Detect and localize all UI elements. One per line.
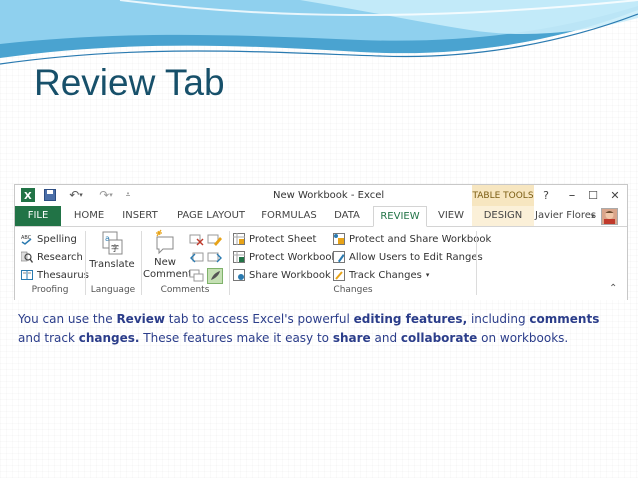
help-icon[interactable]: ? — [539, 188, 553, 202]
allow-users-icon — [333, 251, 345, 263]
chevron-down-icon: ▾ — [425, 271, 430, 279]
allow-users-edit-ranges-button[interactable]: Allow Users to Edit Ranges — [333, 251, 483, 263]
description-segment: on workbooks. — [477, 331, 569, 345]
protect-and-share-icon — [333, 233, 345, 245]
thesaurus-icon — [21, 269, 33, 281]
close-icon[interactable]: ✕ — [608, 188, 622, 202]
comments-group-label: Comments — [160, 285, 210, 295]
changes-group-label: Changes — [333, 285, 373, 295]
tab-view[interactable]: VIEW — [433, 206, 469, 226]
research-icon — [20, 251, 34, 263]
minimize-icon[interactable]: – — [565, 188, 579, 203]
tab-formulas[interactable]: FORMULAS — [259, 206, 319, 226]
share-workbook-button[interactable]: Share Workbook — [233, 269, 331, 281]
track-changes-icon — [333, 269, 345, 281]
excel-logo-icon: X — [21, 188, 35, 202]
tab-insert[interactable]: INSERT — [119, 206, 161, 226]
share-workbook-icon — [233, 269, 245, 281]
description-segment: collaborate — [400, 331, 478, 345]
window-title: New Workbook - Excel — [273, 190, 385, 201]
description-segment: These features make it easy to — [139, 331, 333, 345]
maximize-icon[interactable]: ☐ — [586, 188, 600, 202]
track-changes-button[interactable]: Track Changes ▾ — [333, 269, 429, 281]
svg-text:X: X — [24, 191, 32, 202]
user-name[interactable]: Javier Flores — [535, 206, 596, 226]
protect-sheet-button[interactable]: Protect Sheet — [233, 233, 316, 245]
excel-window: X ↶ ▾ ↷ ▾ ⩡ New Workbook - Excel TABLE TOO… — [14, 184, 628, 300]
description-segment: changes. — [78, 331, 140, 345]
group-divider — [85, 231, 86, 295]
new-comment-button[interactable]: New Comment — [143, 229, 192, 281]
title-bar: X ↶ ▾ ↷ ▾ ⩡ New Workbook - Excel TABLE TOO… — [15, 185, 627, 206]
group-divider — [229, 231, 230, 295]
description-segment: You can use the — [18, 312, 117, 326]
research-button[interactable]: Research — [20, 251, 83, 263]
translate-button[interactable]: a字 Translate — [89, 231, 135, 271]
new-comment-icon — [154, 229, 176, 255]
description-segment: Review — [116, 312, 165, 326]
table-tools-label: TABLE TOOLS — [472, 185, 534, 206]
spelling-icon: ABC — [21, 233, 33, 245]
ribbon-review-panel: ABC Spelling Research Thesaurus Proofing… — [15, 227, 627, 300]
protect-workbook-button[interactable]: Protect Workbook — [233, 251, 337, 263]
proofing-group-label: Proofing — [31, 285, 69, 295]
description-segment: and — [370, 331, 401, 345]
language-group-label: Language — [90, 285, 136, 295]
delete-comment-icon[interactable] — [189, 233, 205, 249]
protect-workbook-icon — [233, 251, 245, 263]
description-segment: tab to access Excel's powerful — [164, 312, 354, 326]
edit-comment-icon[interactable] — [207, 233, 223, 249]
show-all-comments-icon[interactable] — [189, 269, 205, 285]
save-icon[interactable] — [43, 188, 57, 202]
next-comment-icon[interactable] — [207, 251, 223, 267]
description-segment: share — [332, 331, 371, 345]
spelling-button[interactable]: ABC Spelling — [21, 233, 77, 245]
previous-comment-icon[interactable] — [189, 251, 205, 267]
protect-and-share-button[interactable]: Protect and Share Workbook — [333, 233, 491, 245]
description-segment: comments — [529, 312, 600, 326]
show-ink-icon[interactable] — [207, 268, 223, 284]
description-segment: including — [467, 312, 530, 326]
undo-icon[interactable]: ↶ ▾ — [65, 188, 87, 202]
ribbon-tabs: FILE HOME INSERT PAGE LAYOUT FORMULAS DA… — [15, 206, 627, 227]
tab-home[interactable]: HOME — [69, 206, 109, 226]
protect-sheet-icon — [233, 233, 245, 245]
description-segment: and track — [18, 331, 79, 345]
tab-review[interactable]: REVIEW — [373, 206, 427, 227]
tab-page-layout[interactable]: PAGE LAYOUT — [173, 206, 249, 226]
thesaurus-button[interactable]: Thesaurus — [21, 269, 89, 281]
group-divider — [141, 231, 142, 295]
collapse-ribbon-icon[interactable]: ⌃ — [609, 283, 617, 294]
customize-toolbar-icon[interactable]: ⩡ — [123, 188, 133, 202]
svg-text:字: 字 — [111, 243, 119, 253]
redo-icon[interactable]: ↷ ▾ — [95, 188, 117, 202]
tab-design[interactable]: DESIGN — [472, 206, 534, 226]
tab-data[interactable]: DATA — [327, 206, 367, 226]
translate-icon: a字 — [101, 231, 123, 255]
slide-title: Review Tab — [34, 62, 225, 103]
avatar[interactable] — [601, 208, 618, 225]
user-dropdown-icon[interactable]: ▾ — [591, 206, 595, 226]
tab-file[interactable]: FILE — [15, 206, 61, 226]
group-divider — [476, 231, 477, 295]
slide-description: You can use the Review tab to access Exc… — [18, 310, 608, 348]
description-segment: editing features, — [353, 312, 468, 326]
